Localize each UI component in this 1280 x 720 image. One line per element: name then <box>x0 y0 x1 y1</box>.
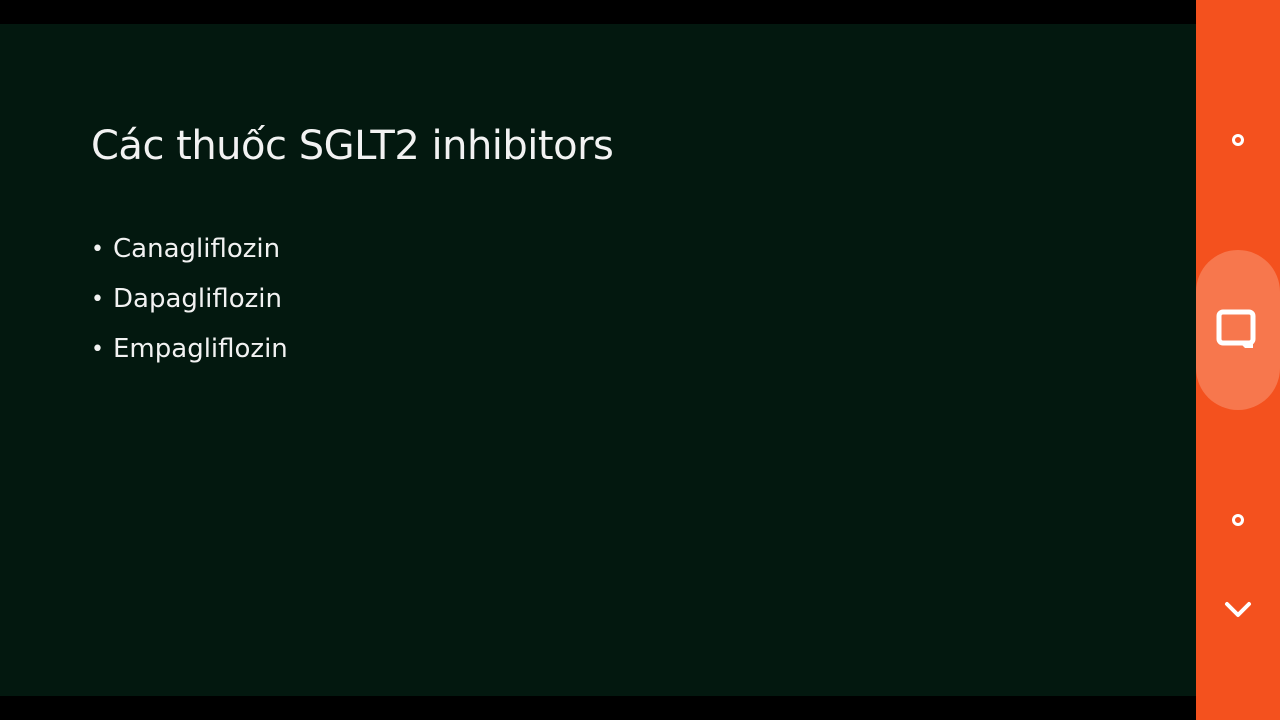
circle-icon <box>1232 514 1244 526</box>
top-circle-button[interactable] <box>1196 124 1280 156</box>
bullet-dot: • <box>91 236 104 262</box>
book-button[interactable] <box>1196 250 1280 410</box>
bullet-dot: • <box>91 336 104 362</box>
video-player: Các thuốc SGLT2 inhibitors • Canaglifloz… <box>0 0 1280 720</box>
floating-side-panel <box>1196 0 1280 720</box>
slide-title: Các thuốc SGLT2 inhibitors <box>91 123 614 169</box>
bottom-circle-button[interactable] <box>1196 504 1280 536</box>
bullet-text: Empagliflozin <box>113 334 288 364</box>
bullet-text: Dapagliflozin <box>113 284 282 314</box>
presentation-slide: Các thuốc SGLT2 inhibitors • Canaglifloz… <box>0 24 1196 696</box>
bullet-item-canagliflozin: • Canagliflozin <box>91 224 288 274</box>
book-icon <box>1216 309 1256 348</box>
bullet-text: Canagliflozin <box>113 234 281 264</box>
bullet-list: • Canagliflozin • Dapagliflozin • Empagl… <box>91 224 288 374</box>
bullet-dot: • <box>91 286 104 312</box>
collapse-button[interactable] <box>1196 594 1280 626</box>
bullet-item-empagliflozin: • Empagliflozin <box>91 324 288 374</box>
bullet-item-dapagliflozin: • Dapagliflozin <box>91 274 288 324</box>
chevron-down-icon <box>1225 602 1251 617</box>
circle-icon <box>1232 134 1244 146</box>
